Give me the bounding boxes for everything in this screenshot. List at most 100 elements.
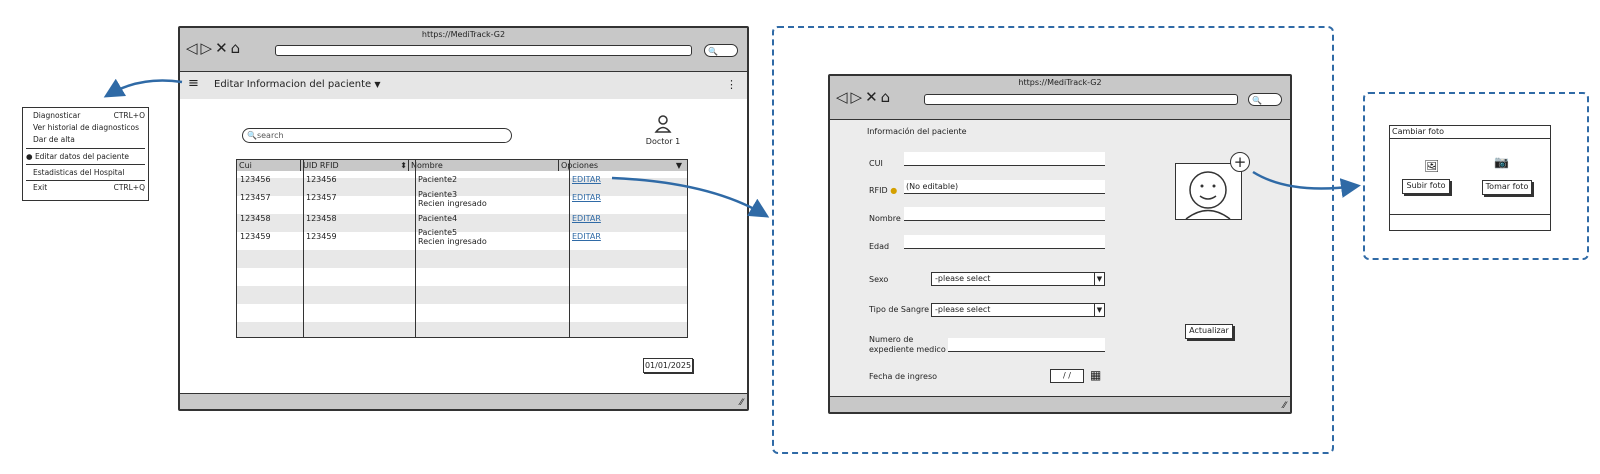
main-url-title: https://MediTrack-G2 <box>421 30 506 39</box>
hamburger-icon[interactable]: ≡ <box>188 76 199 91</box>
cell-cui: 123457 <box>240 193 271 202</box>
nombre-label: Nombre <box>869 214 901 223</box>
cell-nombre-note: Recien ingresado <box>418 237 487 246</box>
fecha-label: Fecha de ingreso <box>869 372 938 381</box>
cell-nombre: Paciente2 <box>418 175 458 184</box>
main-search-button[interactable]: 🔍 <box>704 44 738 57</box>
table-row[interactable]: 123458 123458 Paciente4 EDITAR <box>237 210 687 228</box>
sexo-label: Sexo <box>869 275 889 284</box>
date-display: 01/01/2025 <box>643 358 693 373</box>
resize-grip-icon[interactable]: ⁄⁄ <box>740 398 743 408</box>
col-header-rfid[interactable]: UID RFID ⬍ <box>300 160 409 171</box>
col-header-opciones[interactable]: Opciones ▼ <box>559 160 688 171</box>
form-browser-window: https://MediTrack-G2 ◁▷✕⌂ 🔍 Información … <box>828 74 1292 414</box>
cell-cui: 123456 <box>240 175 271 184</box>
person-placeholder-icon <box>1185 171 1231 220</box>
cell-nombre: Paciente3 <box>418 190 458 199</box>
menu-divider <box>26 180 145 181</box>
cell-cui: 123458 <box>240 214 271 223</box>
cell-rfid: 123458 <box>306 214 337 223</box>
menu-divider <box>26 164 145 165</box>
form-nav-icons[interactable]: ◁▷✕⌂ <box>836 90 893 105</box>
fecha-input[interactable]: / / <box>1050 369 1084 383</box>
cell-rfid: 123456 <box>306 175 337 184</box>
cell-rfid: 123459 <box>306 232 337 241</box>
cui-label: CUI <box>869 159 883 168</box>
sangre-label: Tipo de Sangre <box>869 305 930 314</box>
user-avatar[interactable]: Doctor 1 <box>643 115 683 146</box>
context-menu: Diagnosticar CTRL+O Ver historial de diag… <box>22 107 149 201</box>
photo-dialog-title: Cambiar foto <box>1392 127 1445 136</box>
caret-down-icon: ▼ <box>374 80 381 89</box>
cell-nombre: Paciente5 <box>418 228 458 237</box>
dialog-divider <box>1390 214 1550 215</box>
cell-rfid: 123457 <box>306 193 337 202</box>
patients-table: Cui UID RFID ⬍ Nombre Opciones ▼ 123456 12… <box>236 159 688 338</box>
dialog-divider <box>1390 138 1550 139</box>
expediente-label: Numero de expediente medico <box>869 335 946 354</box>
menu-item-editar-datos[interactable]: ● Editar datos del paciente <box>26 152 129 161</box>
menu-item-historial[interactable]: Ver historial de diagnosticos <box>33 123 139 132</box>
toolbar-title[interactable]: Editar Informacion del paciente ▼ <box>214 79 381 90</box>
camera-icon: 📷 <box>1494 155 1509 169</box>
menu-item-exit[interactable]: Exit CTRL+Q <box>33 183 145 192</box>
calendar-icon[interactable]: ▦ <box>1090 368 1101 382</box>
image-icon: 🖼 <box>1424 159 1440 173</box>
form-titlebar: https://MediTrack-G2 ◁▷✕⌂ 🔍 <box>830 76 1290 120</box>
sort-icon[interactable]: ⬍ <box>400 161 407 170</box>
col-header-cui[interactable]: Cui <box>237 160 301 171</box>
form-url-title: https://MediTrack-G2 <box>1018 78 1102 87</box>
edad-field[interactable] <box>904 235 1105 249</box>
form-address-bar[interactable] <box>924 94 1238 105</box>
sexo-select[interactable]: -please select ▼ <box>931 272 1105 286</box>
cui-field[interactable] <box>904 152 1105 166</box>
nombre-field[interactable] <box>904 207 1105 221</box>
magnifier-icon: 🔍 <box>247 131 257 140</box>
edit-link[interactable]: EDITAR <box>572 175 601 184</box>
change-photo-plus-icon[interactable]: + <box>1230 152 1250 172</box>
kebab-icon[interactable]: ⋮ <box>726 78 737 91</box>
expediente-field[interactable] <box>948 338 1105 352</box>
main-statusbar: ⁄⁄ <box>180 393 747 409</box>
user-icon <box>654 115 672 133</box>
upload-photo-button[interactable]: Subir foto <box>1402 179 1450 194</box>
take-photo-button[interactable]: Tomar foto <box>1482 180 1532 195</box>
main-toolbar: ≡ Editar Informacion del paciente ▼ ⋮ <box>180 72 747 99</box>
menu-item-estadisticas[interactable]: Estadisticas del Hospital <box>33 168 124 177</box>
rfid-label: RFID ● <box>869 186 898 195</box>
edit-link[interactable]: EDITAR <box>572 193 601 202</box>
update-button[interactable]: Actualizar <box>1185 324 1233 339</box>
resize-grip-icon[interactable]: ⁄⁄ <box>1283 401 1286 411</box>
cell-nombre: Paciente4 <box>418 214 458 223</box>
dropdown-arrow-icon: ▼ <box>1094 273 1104 285</box>
rfid-field: (No editable) <box>904 180 1105 194</box>
col-header-nombre[interactable]: Nombre <box>408 160 559 171</box>
patient-search-input[interactable]: 🔍search <box>242 128 512 143</box>
main-address-bar[interactable] <box>275 45 692 56</box>
menu-item-dar-de-alta[interactable]: Dar de alta <box>33 135 75 144</box>
arrow-menu <box>103 78 183 98</box>
table-header: Cui UID RFID ⬍ Nombre Opciones ▼ <box>237 160 687 171</box>
sangre-select[interactable]: -please select ▼ <box>931 303 1105 317</box>
edit-link[interactable]: EDITAR <box>572 214 601 223</box>
bullet-icon: ● <box>26 152 33 161</box>
dropdown-arrow-icon: ▼ <box>1094 304 1104 316</box>
section-title: Información del paciente <box>867 127 967 136</box>
user-label: Doctor 1 <box>645 137 681 146</box>
main-nav-icons[interactable]: ◁▷✕⌂ <box>186 41 243 56</box>
table-row[interactable]: 123456 123456 Paciente2 EDITAR <box>237 172 687 190</box>
form-search-button[interactable]: 🔍 <box>1248 93 1282 106</box>
caret-down-icon: ▼ <box>675 161 682 170</box>
menu-item-diagnosticar[interactable]: Diagnosticar CTRL+O <box>33 111 145 120</box>
photo-dialog: Cambiar foto 🖼 📷 Subir foto Tomar foto <box>1389 125 1551 231</box>
magnifier-icon: 🔍 <box>1252 96 1262 105</box>
edad-label: Edad <box>869 242 890 251</box>
main-browser-window: https://MediTrack-G2 ◁▷✕⌂ 🔍 ≡ Editar Inf… <box>178 26 749 411</box>
table-row[interactable]: 123457 123457 Paciente3 Recien ingresado… <box>237 190 687 210</box>
menu-divider <box>26 148 145 149</box>
main-titlebar: https://MediTrack-G2 ◁▷✕⌂ 🔍 <box>180 28 747 72</box>
magnifier-icon: 🔍 <box>708 47 718 56</box>
table-row[interactable]: 123459 123459 Paciente5 Recien ingresado… <box>237 228 687 248</box>
edit-link[interactable]: EDITAR <box>572 232 601 241</box>
cell-cui: 123459 <box>240 232 271 241</box>
